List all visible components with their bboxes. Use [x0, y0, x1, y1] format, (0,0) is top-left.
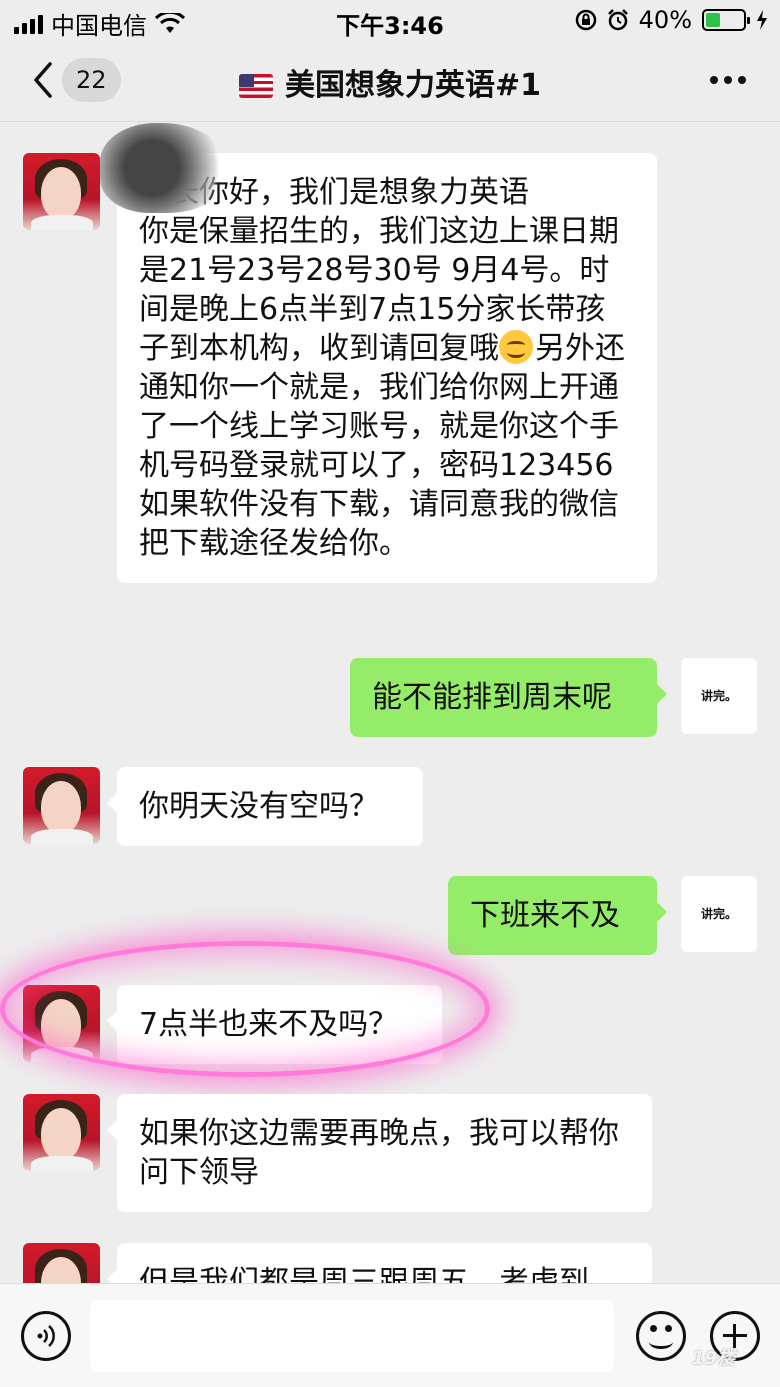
message-text: 能不能排到周末呢	[372, 680, 612, 715]
status-bar: 中国电信 下午3:46 40%	[0, 0, 780, 40]
message-bubble-incoming[interactable]: 你明天没有空吗？	[107, 767, 423, 846]
message-bubble-incoming[interactable]: 如果你这边需要再晚点，我可以帮你问下领导	[107, 1094, 652, 1212]
chat-title-text: 美国想象力英语#1	[284, 68, 541, 103]
rotation-lock-icon	[575, 9, 596, 31]
status-right: 40%	[575, 6, 768, 34]
smile-emoji-icon	[499, 330, 533, 364]
us-flag-icon	[238, 74, 273, 98]
emoji-button[interactable]	[636, 1311, 686, 1361]
message-bubble-incoming[interactable]: 家长你好，我们是想象力英语 你是保量招生的，我们这边上课日期是21号23号28号…	[107, 153, 657, 583]
contact-avatar[interactable]	[23, 153, 100, 230]
message-input[interactable]	[90, 1300, 614, 1372]
user-avatar-sticker[interactable]: 讲完。	[681, 658, 757, 734]
more-options-icon[interactable]	[710, 76, 746, 84]
message-text: 如果你这边需要再晚点，我可以帮你问下领导	[139, 1116, 619, 1190]
message-list[interactable]: 家长你好，我们是想象力英语 你是保量招生的，我们这边上课日期是21号23号28号…	[0, 123, 780, 1283]
watermark-logo: 19楼	[692, 1348, 736, 1369]
charging-icon	[757, 10, 767, 30]
redaction-scribble	[100, 123, 230, 213]
message-text: 但是我们都是周三跟周五，考虑到	[139, 1265, 589, 1283]
pink-circle-annotation	[0, 941, 490, 1077]
message-bubble-outgoing[interactable]: 能不能排到周末呢	[350, 658, 667, 737]
user-avatar-sticker[interactable]: 讲完。	[681, 876, 757, 952]
contact-avatar[interactable]	[23, 1094, 100, 1171]
message-text: 你明天没有空吗？	[139, 789, 379, 824]
voice-input-button[interactable]	[21, 1311, 71, 1361]
contact-avatar[interactable]	[23, 767, 100, 844]
contact-avatar[interactable]	[23, 1243, 100, 1283]
message-text: 下班来不及	[470, 898, 620, 933]
message-bubble-incoming[interactable]: 但是我们都是周三跟周五，考虑到	[107, 1243, 652, 1283]
battery-icon	[702, 9, 750, 31]
alarm-icon	[607, 9, 628, 31]
battery-percent: 40%	[638, 6, 692, 34]
message-bubble-outgoing[interactable]: 下班来不及	[448, 876, 667, 955]
chat-header: 22 美国想象力英语#1	[0, 40, 780, 122]
input-bar	[0, 1283, 780, 1387]
chat-title: 美国想象力英语#1	[0, 60, 780, 104]
voice-icon	[37, 1325, 55, 1347]
